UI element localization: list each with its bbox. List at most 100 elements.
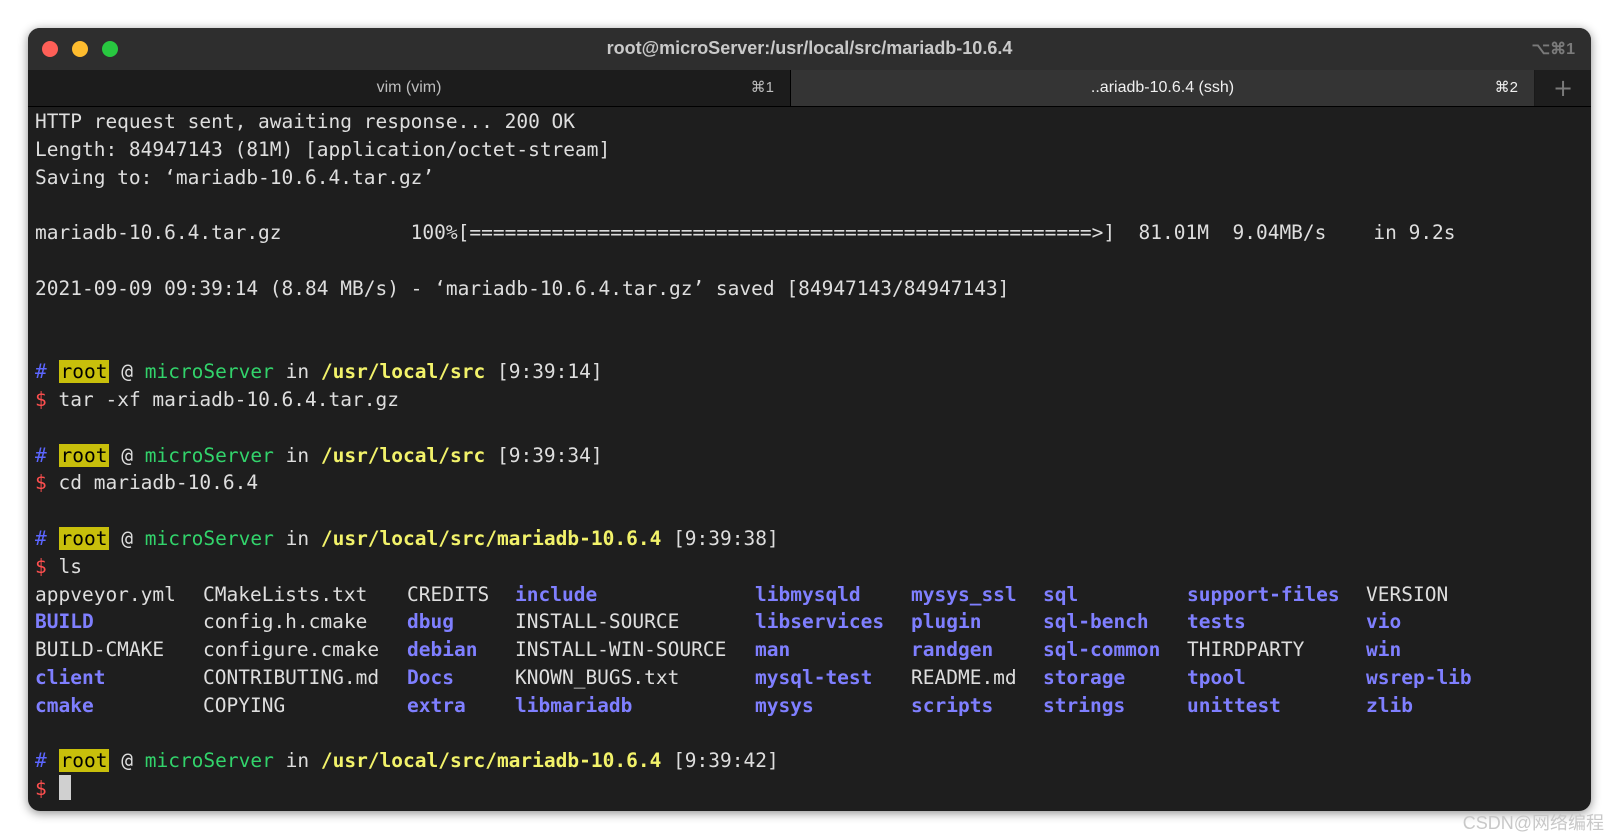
prompt-time: [9:39:14] xyxy=(496,360,603,384)
ls-directory: tpool xyxy=(1187,665,1246,689)
prompt-line: # root @ microServer in /usr/local/src [… xyxy=(35,442,1591,470)
prompt-time: [9:39:42] xyxy=(673,749,779,773)
window-title: root@microServer:/usr/local/src/mariadb-… xyxy=(606,38,1013,58)
prompt-time: [9:39:34] xyxy=(496,443,603,467)
ls-row: BUILD-CMAKE configure.cmake debian INSTALL-… xyxy=(35,636,1591,664)
output-line: Saving to: ‘mariadb-10.6.4.tar.gz’ xyxy=(35,165,435,189)
watermark: CSDN@网络编程 xyxy=(1462,813,1604,833)
prompt-host: microServer xyxy=(144,526,274,550)
ls-row: appveyor.yml CMakeLists.txt CREDITS include… xyxy=(35,581,1591,609)
ls-file: CONTRIBUTING.md xyxy=(203,665,380,689)
ls-directory: support-files xyxy=(1187,582,1340,606)
prompt-path: /usr/local/src xyxy=(320,360,486,384)
ls-row: BUILD config.h.cmake dbug INSTALL-SOURCE lib… xyxy=(35,608,1591,636)
ls-directory: client xyxy=(35,665,106,689)
ls-directory: unittest xyxy=(1187,693,1281,717)
prompt-user: root xyxy=(58,749,110,773)
prompt-at: @ xyxy=(121,443,133,467)
ls-directory: randgen xyxy=(911,638,994,662)
ls-directory: debian xyxy=(407,638,478,662)
prompt-dollar: $ xyxy=(35,554,47,578)
ls-directory: libservices xyxy=(755,610,885,634)
ls-directory: man xyxy=(755,638,791,662)
tab-label: vim (vim) xyxy=(376,79,442,96)
prompt-hash: # xyxy=(35,526,47,550)
prompt-line: # root @ microServer in /usr/local/src/m… xyxy=(35,747,1591,775)
prompt-hash: # xyxy=(35,443,47,467)
prompt-host: microServer xyxy=(144,360,274,384)
tab-vim[interactable]: vim (vim) ⌘1 xyxy=(28,70,791,106)
text-cursor xyxy=(58,775,71,801)
command-text: tar -xf mariadb-10.6.4.tar.gz xyxy=(58,387,399,411)
ls-directory: wsrep-lib xyxy=(1366,665,1472,689)
prompt-in: in xyxy=(285,360,310,384)
ls-directory: strings xyxy=(1043,693,1126,717)
ls-directory: vio xyxy=(1366,610,1402,634)
prompt-time: [9:39:38] xyxy=(673,526,779,550)
tab-shortcut: ⌘2 xyxy=(1494,79,1518,96)
prompt-hash: # xyxy=(35,749,47,773)
tab-bar: vim (vim) ⌘1 ..ariadb-10.6.4 (ssh) ⌘2 + xyxy=(28,70,1591,107)
prompt-in: in xyxy=(285,443,310,467)
ls-row: client CONTRIBUTING.md Docs KNOWN_BUGS.txt m… xyxy=(35,664,1591,692)
ls-directory: sql-bench xyxy=(1043,610,1149,634)
ls-file: BUILD-CMAKE xyxy=(35,638,165,662)
output-line: 2021-09-09 09:39:14 (8.84 MB/s) - ‘maria… xyxy=(35,276,1010,300)
ls-file: VERSION xyxy=(1366,582,1449,606)
prompt-line: # root @ microServer in /usr/local/src/m… xyxy=(35,525,1591,553)
ls-file: COPYING xyxy=(203,693,286,717)
ls-directory: storage xyxy=(1043,665,1126,689)
title-bar[interactable]: root@microServer:/usr/local/src/mariadb-… xyxy=(28,28,1591,70)
prompt-in: in xyxy=(285,526,310,550)
ls-file: appveyor.yml xyxy=(35,582,176,606)
ls-directory: scripts xyxy=(911,693,994,717)
prompt-at: @ xyxy=(121,526,133,550)
new-tab-button[interactable]: + xyxy=(1535,70,1591,106)
prompt-at: @ xyxy=(121,749,133,773)
prompt-host: microServer xyxy=(144,443,274,467)
ls-directory: sql-common xyxy=(1043,638,1161,662)
prompt-path: /usr/local/src xyxy=(320,443,486,467)
ls-file: README.md xyxy=(911,665,1017,689)
command-text: ls xyxy=(58,554,82,578)
ls-directory: extra xyxy=(407,693,466,717)
command-line: $ ls xyxy=(35,553,1591,581)
prompt-dollar: $ xyxy=(35,387,47,411)
prompt-path: /usr/local/src/mariadb-10.6.4 xyxy=(320,526,662,550)
ls-directory: tests xyxy=(1187,610,1246,634)
terminal-window: root@microServer:/usr/local/src/mariadb-… xyxy=(28,28,1591,811)
prompt-host: microServer xyxy=(144,749,274,773)
output-line: mariadb-10.6.4.tar.gz 100%[=============… xyxy=(35,221,1456,245)
ls-directory: mysys_ssl xyxy=(911,582,1017,606)
prompt-in: in xyxy=(285,749,310,773)
ls-directory: win xyxy=(1366,638,1402,662)
window-shortcut: ⌥⌘1 xyxy=(1531,41,1575,58)
prompt-user: root xyxy=(58,526,110,550)
prompt-dollar: $ xyxy=(35,777,47,801)
command-line: $ xyxy=(35,775,1591,803)
output-line: HTTP request sent, awaiting response... … xyxy=(35,110,576,133)
ls-directory: mysys xyxy=(755,693,814,717)
ls-file: THIRDPARTY xyxy=(1187,638,1305,662)
ls-file: config.h.cmake xyxy=(203,610,368,634)
prompt-dollar: $ xyxy=(35,471,47,495)
ls-file: INSTALL-WIN-SOURCE xyxy=(515,638,727,662)
ls-directory: BUILD xyxy=(35,610,94,634)
ls-directory: cmake xyxy=(35,693,94,717)
ls-file: CMakeLists.txt xyxy=(203,582,368,606)
prompt-at: @ xyxy=(121,360,133,384)
ls-directory: dbug xyxy=(407,610,454,634)
terminal-output[interactable]: HTTP request sent, awaiting response... … xyxy=(35,108,1591,811)
command-line: $ cd mariadb-10.6.4 xyxy=(35,469,1591,497)
prompt-hash: # xyxy=(35,360,47,384)
ls-directory: libmysqld xyxy=(755,582,861,606)
tab-shortcut: ⌘1 xyxy=(750,79,774,96)
prompt-user: root xyxy=(58,360,110,384)
tab-ssh[interactable]: ..ariadb-10.6.4 (ssh) ⌘2 xyxy=(791,70,1534,106)
tab-label: ..ariadb-10.6.4 (ssh) xyxy=(1090,79,1235,96)
ls-directory: libmariadb xyxy=(515,693,633,717)
prompt-path: /usr/local/src/mariadb-10.6.4 xyxy=(320,749,662,773)
